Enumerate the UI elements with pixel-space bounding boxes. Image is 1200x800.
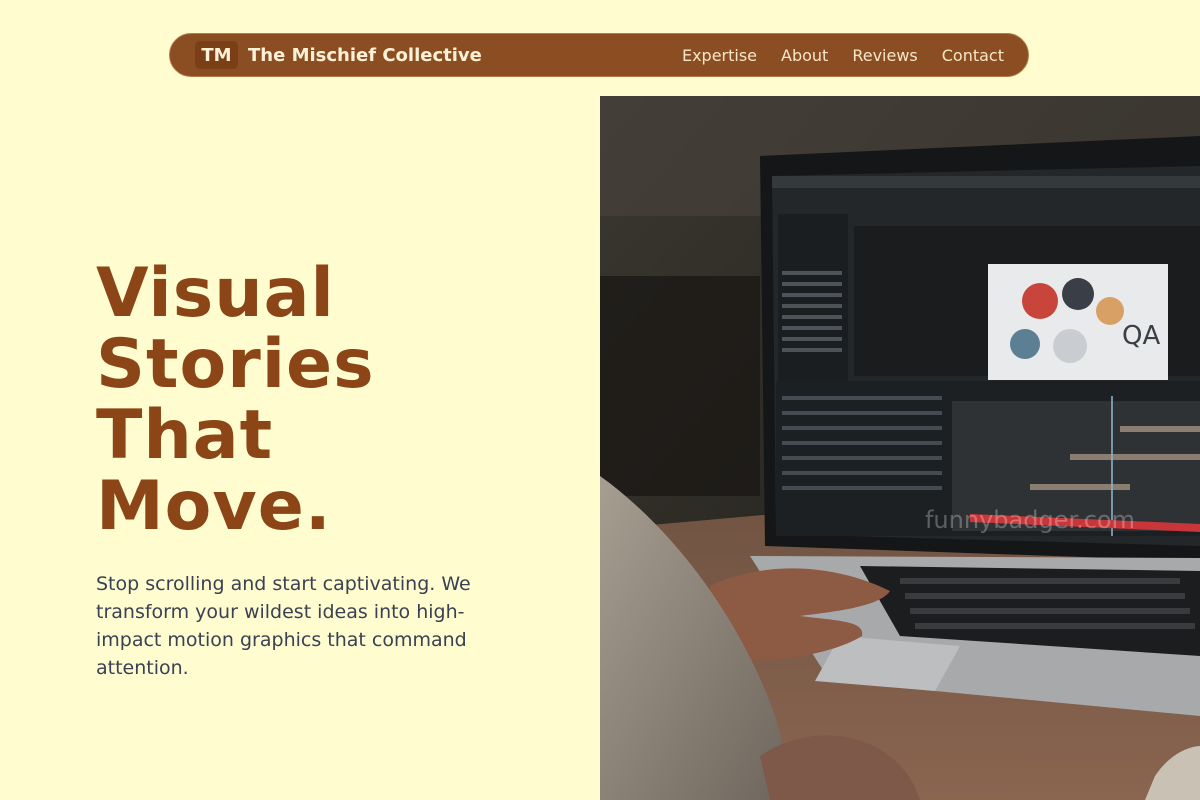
- hero-laptop-image: QA funnybadger.com: [600, 96, 1200, 800]
- nav-link-expertise[interactable]: Expertise: [682, 46, 757, 65]
- top-navigation: TM The Mischief Collective Expertise Abo…: [169, 33, 1029, 77]
- logo-badge[interactable]: TM: [195, 41, 238, 69]
- hero-headline: Visual Stories That Move.: [96, 258, 375, 542]
- headline-line-2: Stories: [96, 325, 375, 404]
- nav-links: Expertise About Reviews Contact: [682, 46, 1004, 65]
- nav-link-reviews[interactable]: Reviews: [852, 46, 917, 65]
- nav-link-contact[interactable]: Contact: [942, 46, 1004, 65]
- watermark-text: funnybadger.com: [925, 506, 1135, 534]
- laptop-photo-illustration: QA funnybadger.com: [600, 96, 1200, 800]
- brand-name[interactable]: The Mischief Collective: [248, 45, 482, 66]
- hero-subtext: Stop scrolling and start captivating. We…: [96, 573, 471, 679]
- headline-line-1: Visual: [96, 254, 335, 333]
- nav-link-about[interactable]: About: [781, 46, 828, 65]
- headline-line-3: That: [96, 396, 274, 475]
- headline-line-4: Move.: [96, 467, 332, 546]
- preview-text: QA: [1122, 321, 1160, 351]
